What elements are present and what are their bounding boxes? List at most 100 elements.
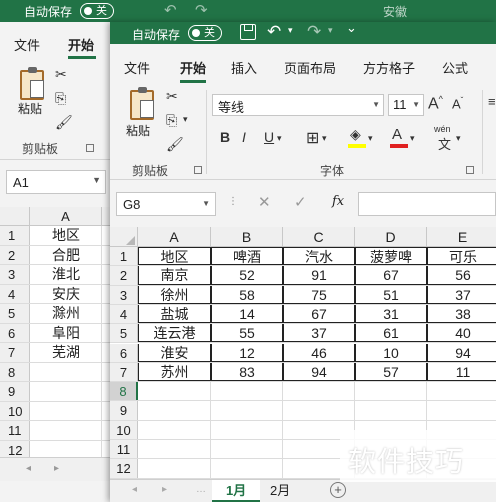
column-header-c[interactable]: C — [283, 227, 355, 247]
cell[interactable] — [211, 401, 283, 420]
sheet-prev-icon[interactable]: ◂ — [132, 484, 137, 495]
cell[interactable]: 淮安 — [138, 343, 211, 362]
cell[interactable]: 地区 — [138, 247, 211, 266]
cell[interactable]: 94 — [427, 343, 496, 362]
tab-home[interactable]: 开始 — [180, 58, 206, 77]
row-header[interactable]: 7 — [110, 362, 138, 382]
row-header[interactable]: 1 — [110, 247, 138, 266]
cell[interactable]: 52 — [211, 266, 283, 285]
cell[interactable]: 阜阳 — [30, 323, 102, 342]
cell[interactable]: 37 — [427, 285, 496, 304]
enter-icon[interactable]: ✓ — [294, 193, 307, 211]
cell[interactable] — [30, 382, 102, 401]
cell[interactable]: 滁州 — [30, 304, 102, 323]
fill-color-icon[interactable]: ◈ — [350, 126, 361, 143]
row-header[interactable]: 3 — [110, 285, 138, 304]
column-header-a[interactable]: A — [30, 207, 102, 226]
row-header[interactable]: 9 — [110, 401, 138, 420]
customize-toolbar-icon[interactable]: ⌄ — [346, 20, 357, 36]
cell[interactable] — [211, 420, 283, 439]
cell[interactable]: 31 — [355, 304, 427, 324]
cell[interactable]: 51 — [355, 285, 427, 304]
tab-formulas[interactable]: 公式 — [442, 58, 468, 77]
cell[interactable]: 菠萝啤 — [355, 247, 427, 266]
grow-font-button[interactable]: A^ — [428, 94, 443, 113]
cell[interactable]: 58 — [211, 285, 283, 304]
format-painter-icon[interactable]: 🖌 — [166, 136, 184, 153]
cell[interactable]: 37 — [283, 324, 355, 343]
undo-dropdown-icon[interactable]: ▾ — [288, 25, 293, 36]
cell[interactable]: 苏州 — [138, 362, 211, 382]
cell[interactable]: 94 — [283, 362, 355, 382]
cancel-icon[interactable]: ✕ — [258, 193, 271, 211]
font-color-icon[interactable]: A — [392, 126, 402, 143]
underline-dropdown-icon[interactable]: ▾ — [277, 133, 282, 144]
tab-home[interactable]: 开始 — [68, 35, 94, 54]
column-header-a[interactable]: A — [138, 227, 211, 247]
cell[interactable]: 汽水 — [283, 247, 355, 266]
cell[interactable]: 10 — [355, 343, 427, 362]
format-painter-icon[interactable]: 🖌 — [55, 114, 73, 131]
cell[interactable]: 91 — [283, 266, 355, 285]
bold-button[interactable]: B — [220, 129, 230, 145]
row-header[interactable]: 9 — [0, 382, 30, 401]
cell[interactable]: 连云港 — [138, 324, 211, 343]
tab-file[interactable]: 文件 — [124, 58, 150, 77]
insert-function-icon[interactable]: fx — [332, 194, 344, 209]
cell[interactable]: 55 — [211, 324, 283, 343]
cell[interactable]: 67 — [355, 266, 427, 285]
copy-icon[interactable]: ⎘ — [166, 112, 177, 129]
row-header[interactable]: 12 — [110, 459, 138, 478]
phonetic-dropdown-icon[interactable]: ▾ — [456, 133, 461, 144]
cell[interactable] — [138, 382, 211, 401]
row-header[interactable]: 4 — [110, 304, 138, 324]
cell[interactable]: 11 — [427, 362, 496, 382]
shrink-font-button[interactable]: Aˇ — [452, 96, 463, 111]
row-header[interactable]: 2 — [0, 245, 30, 264]
scroll-left-icon[interactable]: ◂ — [26, 463, 31, 474]
undo-icon[interactable]: ↶ — [164, 1, 177, 19]
cell[interactable] — [30, 421, 102, 440]
column-header-b[interactable]: B — [211, 227, 283, 247]
cell[interactable] — [30, 401, 102, 420]
cell[interactable] — [211, 459, 283, 478]
cell[interactable] — [283, 382, 355, 401]
fill-dropdown-icon[interactable]: ▾ — [368, 133, 373, 144]
cell[interactable]: 徐州 — [138, 285, 211, 304]
cell[interactable]: 12 — [211, 343, 283, 362]
row-header[interactable]: 7 — [0, 343, 30, 362]
select-all-corner[interactable] — [0, 207, 30, 226]
redo-icon[interactable]: ↷ — [195, 1, 208, 19]
cell[interactable]: 14 — [211, 304, 283, 324]
redo-dropdown-icon[interactable]: ▾ — [328, 25, 333, 36]
italic-button[interactable]: I — [242, 129, 246, 145]
row-header[interactable]: 3 — [0, 265, 30, 284]
scroll-right-icon[interactable]: ▸ — [54, 463, 59, 474]
row-header[interactable]: 5 — [0, 304, 30, 323]
add-sheet-button[interactable]: + — [330, 482, 346, 498]
cell[interactable] — [138, 401, 211, 420]
cell[interactable] — [138, 459, 211, 478]
cell[interactable]: 67 — [283, 304, 355, 324]
paste-icon[interactable] — [130, 87, 154, 120]
clipboard-launcher-icon[interactable] — [86, 144, 94, 152]
underline-button[interactable]: U — [264, 129, 274, 145]
cut-icon[interactable]: ✂ — [55, 66, 67, 83]
row-header[interactable]: 8 — [0, 362, 30, 381]
formula-input[interactable] — [358, 192, 496, 216]
row-header[interactable]: 4 — [0, 284, 30, 303]
borders-dropdown-icon[interactable]: ▾ — [322, 133, 327, 144]
cell[interactable]: 46 — [283, 343, 355, 362]
cell[interactable]: 安庆 — [30, 284, 102, 303]
copy-dropdown-icon[interactable]: ▾ — [183, 114, 188, 125]
row-header[interactable]: 10 — [0, 401, 30, 420]
undo-icon[interactable]: ↶ — [267, 22, 281, 42]
clipboard-launcher-icon[interactable] — [194, 166, 202, 174]
cell[interactable]: 南京 — [138, 266, 211, 285]
name-box[interactable]: A1 ▼ — [6, 170, 106, 194]
cell[interactable] — [283, 401, 355, 420]
sheet-tab-jan[interactable]: 1月 — [212, 480, 261, 502]
cell[interactable] — [355, 382, 427, 401]
cell[interactable]: 芜湖 — [30, 343, 102, 362]
font-color-dropdown-icon[interactable]: ▾ — [410, 133, 415, 144]
